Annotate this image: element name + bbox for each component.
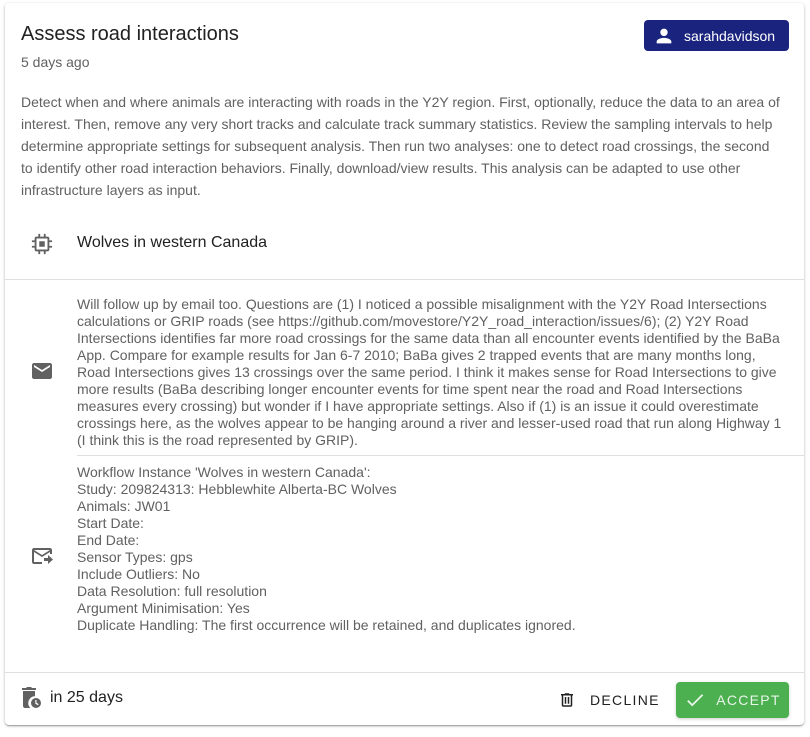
email-icon: [32, 363, 52, 379]
accept-button[interactable]: Accept: [676, 682, 789, 718]
instance-line: Argument Minimisation: Yes: [77, 600, 250, 616]
divider: [5, 279, 804, 280]
divider: [5, 672, 804, 673]
divider: [77, 455, 804, 456]
instance-line: Study: 209824313: Hebblewhite Alberta-BC…: [77, 481, 397, 497]
email-forward-icon: [32, 548, 53, 564]
card-title: Assess road interactions: [21, 23, 239, 45]
time-ago: 5 days ago: [21, 54, 90, 70]
decline-button[interactable]: Decline: [548, 683, 670, 717]
message-text: Will follow up by email too. Questions a…: [77, 296, 782, 448]
instance-details: Workflow Instance 'Wolves in western Can…: [77, 464, 782, 634]
instance-line: Duplicate Handling: The first occurrence…: [77, 617, 576, 633]
instance-line: Animals: JW01: [77, 498, 171, 514]
expiry-text: in 25 days: [50, 689, 123, 706]
expiry-info: in 25 days: [20, 686, 123, 710]
decline-label: Decline: [590, 692, 660, 708]
chip-icon: [31, 233, 53, 255]
instance-line: Include Outliers: No: [77, 566, 200, 582]
delete-clock-icon: [22, 687, 41, 708]
instance-line: Data Resolution: full resolution: [77, 583, 267, 599]
instance-line: Start Date:: [77, 515, 144, 531]
check-icon: [687, 694, 704, 707]
share-request-card: Assess road interactions 5 days ago sara…: [5, 3, 804, 725]
accept-label: Accept: [716, 692, 781, 708]
workflow-name: Wolves in western Canada: [77, 234, 268, 251]
instance-line: End Date:: [77, 532, 140, 548]
trash-icon: [561, 693, 573, 707]
person-icon: [656, 28, 672, 43]
instance-line: Sensor Types: gps: [77, 549, 193, 565]
workflow-description: Detect when and where animals are intera…: [21, 94, 780, 198]
user-name: sarahdavidson: [684, 27, 776, 44]
workflow-row: Wolves in western Canada: [5, 223, 804, 279]
user-chip[interactable]: sarahdavidson: [644, 20, 789, 51]
instance-line: Workflow Instance 'Wolves in western Can…: [77, 464, 371, 480]
